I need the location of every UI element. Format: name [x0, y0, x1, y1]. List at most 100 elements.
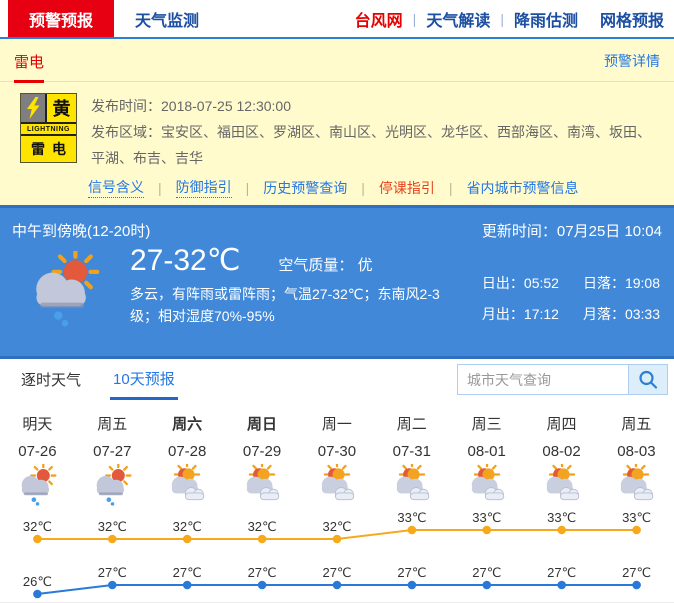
alert-link-separator: |: [361, 180, 365, 196]
temperature-chart-svg: 32℃32℃32℃32℃32℃33℃33℃33℃33℃26℃27℃27℃27℃2…: [0, 510, 674, 602]
sun-moon-value: 17:12: [524, 306, 559, 322]
weather-icon-sun-cloudy: [300, 464, 375, 506]
alert-link-separator: |: [246, 180, 250, 196]
svg-text:27℃: 27℃: [397, 565, 426, 580]
nav-link-3[interactable]: 网格预报: [600, 7, 664, 31]
nav-separator: |: [413, 11, 417, 27]
svg-text:27℃: 27℃: [622, 565, 651, 580]
weather-icon-sun-cloudy: [150, 464, 225, 506]
day-column-07-29[interactable]: 周日 07-29: [225, 413, 300, 506]
svg-text:26℃: 26℃: [23, 574, 52, 589]
day-column-07-27[interactable]: 周五 07-27: [75, 413, 150, 506]
weather-icon-sun-cloudy: [599, 464, 674, 506]
day-column-08-03[interactable]: 周五08-03: [599, 413, 674, 506]
day-date: 08-03: [599, 443, 674, 460]
publish-time-label: 发布时间：: [91, 98, 161, 114]
svg-text:32℃: 32℃: [322, 519, 351, 534]
day-column-08-01[interactable]: 周三 08-01: [449, 413, 524, 506]
day-date: 08-01: [449, 443, 524, 460]
tab-hourly-weather[interactable]: 逐时天气: [18, 359, 84, 400]
forecast-tabs: 逐时天气 10天预报: [0, 359, 674, 400]
sun-moon-item-2: 月出：17:12: [482, 304, 559, 324]
svg-text:27℃: 27℃: [472, 565, 501, 580]
alert-body: 黄 LIGHTNING 雷电 发布时间：2018-07-25 12:30:00 …: [0, 81, 674, 171]
day-name: 明天: [0, 413, 75, 434]
sun-moon-label: 日落：: [583, 275, 625, 291]
day-name: 周六: [150, 413, 225, 434]
sun-moon-item-3: 月落：03:33: [583, 304, 660, 324]
day-column-07-30[interactable]: 周一07-30: [300, 413, 375, 506]
alert-link-1[interactable]: 防御指引: [176, 177, 232, 198]
alert-links: 信号含义 | 防御指引 | 历史预警查询 | 停课指引 | 省内城市预警信息: [0, 171, 674, 198]
current-mid: 27-32℃ 空气质量： 优 多云，有阵雨或雷阵雨；气温27-32℃；东南风2-…: [130, 243, 460, 327]
day-column-08-02[interactable]: 周四08-02: [524, 413, 599, 506]
svg-text:33℃: 33℃: [397, 510, 426, 525]
sun-moon-label: 月落：: [583, 306, 625, 322]
day-column-07-31[interactable]: 周二 07-31: [374, 413, 449, 506]
day-date: 07-31: [374, 443, 449, 460]
sun-moon-value: 05:52: [524, 275, 559, 291]
temperature-chart: 32℃32℃32℃32℃32℃33℃33℃33℃33℃26℃27℃27℃27℃2…: [0, 510, 674, 602]
nav-link-0[interactable]: 台风网: [355, 7, 403, 31]
nav-separator: |: [500, 11, 504, 27]
update-time-label: 更新时间：: [482, 223, 557, 240]
alert-link-4[interactable]: 省内城市预警信息: [467, 178, 579, 198]
svg-text:33℃: 33℃: [622, 510, 651, 525]
alert-link-separator: |: [449, 180, 453, 196]
day-name: 周五: [75, 413, 150, 434]
alert-link-2[interactable]: 历史预警查询: [263, 178, 347, 198]
day-column-07-26[interactable]: 明天07-26: [0, 413, 75, 506]
sun-moon-value: 03:33: [625, 306, 660, 322]
current-head: 中午到傍晚(12-20时) 更新时间：07月25日 10:04: [12, 220, 662, 241]
nav-link-2[interactable]: 降雨估测: [514, 7, 578, 31]
day-name: 周二: [374, 413, 449, 434]
air-quality-label: 空气质量：: [278, 257, 353, 274]
day-name: 周日: [225, 413, 300, 434]
current-weather-panel: 中午到傍晚(12-20时) 更新时间：07月25日 10:04 27-32℃ 空…: [0, 205, 674, 359]
search-icon: [637, 369, 659, 391]
svg-text:27℃: 27℃: [248, 565, 277, 580]
nav-link-1[interactable]: 天气解读: [426, 7, 490, 31]
alert-link-0[interactable]: 信号含义: [88, 177, 144, 198]
sun-moon-label: 月出：: [482, 306, 524, 322]
alert-head: 雷电 预警详情: [0, 39, 674, 81]
day-name: 周三: [449, 413, 524, 434]
lightning-bolt-icon: [21, 94, 47, 122]
search-input[interactable]: [458, 365, 628, 394]
svg-text:27℃: 27℃: [547, 565, 576, 580]
publish-time-value: 2018-07-25 12:30:00: [161, 98, 291, 114]
day-name: 周一: [300, 413, 375, 434]
svg-text:33℃: 33℃: [547, 510, 576, 525]
svg-text:33℃: 33℃: [472, 510, 501, 525]
alert-link-3[interactable]: 停课指引: [379, 178, 435, 198]
day-date: 07-27: [75, 443, 150, 460]
day-column-07-28[interactable]: 周六 07-28: [150, 413, 225, 506]
sun-moon-item-1: 日落：19:08: [583, 273, 660, 293]
lightning-warning-badge: 黄 LIGHTNING 雷电: [20, 93, 77, 163]
badge-level-char: 黄: [47, 94, 76, 122]
alert-panel: 雷电 预警详情 黄 LIGHTNING 雷电 发布时间：2018-07-25 1…: [0, 39, 674, 205]
weather-icon-sun-cloudy: [449, 464, 524, 506]
tab-10day-forecast[interactable]: 10天预报: [110, 359, 178, 400]
nav-tab-warning-forecast[interactable]: 预警预报: [8, 0, 114, 37]
day-date: 07-29: [225, 443, 300, 460]
search-button[interactable]: [628, 365, 667, 394]
temperature-range: 27-32℃: [130, 243, 240, 278]
day-date: 08-02: [524, 443, 599, 460]
top-nav: 预警预报 天气监测 台风网 | 天气解读 | 降雨估测网格预报: [0, 0, 674, 39]
air-quality-value: 优: [358, 257, 373, 274]
svg-text:32℃: 32℃: [23, 519, 52, 534]
publish-area-label: 发布区域：: [91, 124, 161, 140]
alert-tab-lightning[interactable]: 雷电: [14, 51, 44, 83]
day-date: 07-28: [150, 443, 225, 460]
warning-detail-link[interactable]: 预警详情: [604, 51, 660, 71]
svg-text:32℃: 32℃: [173, 519, 202, 534]
sun-moon-item-0: 日出：05:52: [482, 273, 559, 293]
badge-type-text: 雷电: [21, 136, 76, 162]
nav-tab-weather-monitor[interactable]: 天气监测: [114, 0, 220, 37]
alert-link-separator: |: [158, 180, 162, 196]
forecast-period: 中午到傍晚(12-20时): [12, 220, 150, 241]
nav-links: 台风网 | 天气解读 | 降雨估测网格预报: [355, 0, 674, 37]
current-weather-icon: [12, 243, 116, 327]
badge-lightning-text: LIGHTNING: [21, 124, 76, 136]
